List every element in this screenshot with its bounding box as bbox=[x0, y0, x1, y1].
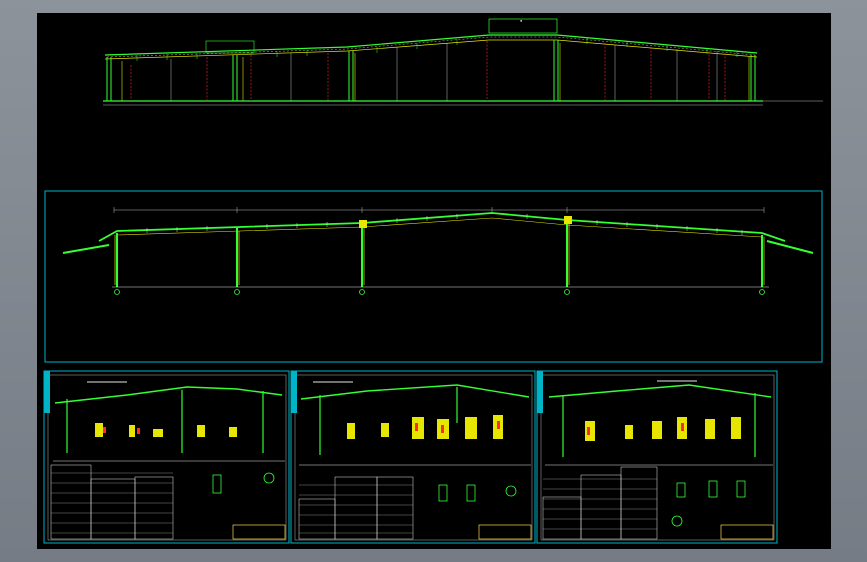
detail-sheet-3 bbox=[536, 370, 778, 544]
sheet-2-tab bbox=[291, 371, 297, 413]
sheet-1-border bbox=[43, 370, 290, 544]
sheet-2-tables bbox=[298, 476, 414, 540]
elevation-columns bbox=[106, 40, 756, 101]
sheet-2-columns bbox=[319, 387, 458, 455]
sheet-1-title-block bbox=[232, 524, 286, 540]
frame-column-centers bbox=[114, 223, 765, 285]
sheet-2-table-rows bbox=[299, 484, 413, 534]
detail-sheet-1 bbox=[43, 370, 290, 544]
sheet-3-tables bbox=[542, 466, 658, 540]
cad-drawing-canvas[interactable]: ▪ bbox=[37, 13, 831, 549]
sheet-3-table-rows bbox=[543, 478, 657, 530]
elevation-view: ▪ bbox=[103, 18, 823, 106]
frame-left-eave bbox=[62, 244, 110, 254]
elevation-roof-ticks bbox=[136, 38, 738, 61]
frame-section-view bbox=[44, 190, 823, 363]
sheet-2-title-block bbox=[478, 524, 532, 540]
sheet-3-inner bbox=[540, 374, 775, 541]
sheet-1-table-rows bbox=[51, 472, 173, 534]
sheet-3-red-marks bbox=[587, 423, 684, 435]
elevation-ridge-box bbox=[488, 18, 558, 34]
elevation-red-grid bbox=[130, 41, 726, 101]
sheet-3-sketches bbox=[671, 480, 746, 527]
sheet-2-inner bbox=[294, 374, 533, 541]
elevation-roof-inner bbox=[104, 39, 758, 60]
sheet-3-details bbox=[585, 417, 741, 441]
elevation-ridge-mark: ▪ bbox=[520, 18, 522, 23]
detail-sheet-2 bbox=[290, 370, 536, 544]
sheet-3-rafter bbox=[548, 384, 772, 398]
cad-drawing-svg: ▪ bbox=[43, 18, 823, 544]
frame-right-eave bbox=[766, 240, 814, 254]
sheet-1-columns bbox=[66, 390, 264, 453]
frame-rafter bbox=[98, 212, 786, 242]
sheet-3-tab bbox=[537, 371, 543, 413]
sheet-1-details bbox=[95, 423, 237, 437]
elevation-white-grid bbox=[170, 43, 718, 101]
sheet-2-sketches bbox=[438, 484, 517, 502]
elevation-roof-outer bbox=[104, 34, 758, 56]
frame-footings bbox=[114, 289, 765, 295]
sheet-1-tables bbox=[50, 464, 174, 540]
sheet-1-rafter bbox=[54, 386, 283, 404]
sheet-2-details bbox=[347, 415, 503, 439]
sheet-1-tab bbox=[44, 371, 50, 413]
sheet-1-sketches bbox=[212, 472, 275, 494]
sheet-3-title-block bbox=[720, 524, 774, 540]
sheet-2-rafter bbox=[300, 384, 530, 400]
